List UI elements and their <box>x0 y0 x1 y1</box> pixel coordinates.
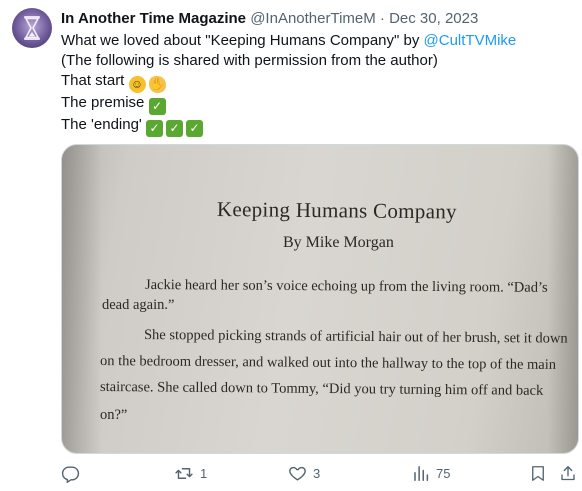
tweet-date[interactable]: Dec 30, 2023 <box>389 10 478 27</box>
bookmark-button[interactable] <box>529 462 547 484</box>
hourglass-logo-icon <box>24 16 40 40</box>
like-count: 3 <box>313 465 321 481</box>
bookmark-icon <box>532 465 544 481</box>
tweet-line-5: The 'ending' ✓ ✓ ✓ <box>61 115 571 137</box>
tweet-line-2: (The following is shared with permission… <box>61 52 438 69</box>
rolling-laughing-emoji-icon: ☺ <box>128 76 146 93</box>
check-mark-emoji-icon: ✓ <box>148 98 166 115</box>
separator: · <box>379 10 385 27</box>
like-button[interactable]: 3 <box>288 462 320 484</box>
views-count: 75 <box>436 465 451 481</box>
views-icon <box>414 465 429 481</box>
tweet-text-prefix: What we loved about "Keeping Humans Comp… <box>61 32 424 49</box>
tweet-header: In Another Time Magazine @InAnotherTimeM… <box>61 9 478 29</box>
handle[interactable]: @InAnotherTimeM <box>250 10 376 27</box>
check-mark-emoji-icon: ✓ <box>185 120 203 137</box>
book-title: Keeping Humans Company <box>216 197 458 224</box>
tweet-actions: 1 3 75 <box>0 456 582 491</box>
display-name[interactable]: In Another Time Magazine <box>61 10 246 27</box>
tweet-line-4: The premise ✓ <box>61 93 571 115</box>
views-button[interactable]: 75 <box>412 462 450 484</box>
clapping-hands-emoji-icon: ✋ <box>148 76 166 93</box>
tweet-text: What we loved about "Keeping Humans Comp… <box>61 31 571 137</box>
reply-icon <box>61 465 80 483</box>
book-paragraph-line: staircase. She called down to Tommy, “Di… <box>99 379 544 399</box>
heart-icon <box>289 466 306 481</box>
check-mark-emoji-icon: ✓ <box>145 120 163 137</box>
book-paragraph-line: Jackie heard her son’s voice echoing up … <box>144 277 548 296</box>
tweet-line-3-text: That start <box>61 72 125 89</box>
retweet-count: 1 <box>200 465 208 481</box>
photo-shadow-right <box>548 145 578 453</box>
check-mark-emoji-icon: ✓ <box>165 120 183 137</box>
mention-link[interactable]: @CultTVMike <box>424 32 517 49</box>
photo-shadow-left <box>62 145 102 453</box>
book-author: By Mike Morgan <box>283 234 394 251</box>
retweet-icon <box>175 467 193 479</box>
tweet-line-5-text: The 'ending' <box>61 116 142 133</box>
book-paragraph-line: dead again.” <box>102 297 175 313</box>
tweet-line-3: That start ☺ ✋ <box>61 71 571 93</box>
share-button[interactable] <box>559 462 577 484</box>
retweet-button[interactable]: 1 <box>174 462 207 484</box>
reply-button[interactable] <box>61 462 86 484</box>
tweet-line-4-text: The premise <box>61 94 145 111</box>
book-page-photo[interactable]: Keeping Humans Company By Mike Morgan Ja… <box>61 144 579 454</box>
share-icon <box>561 465 575 480</box>
avatar[interactable] <box>12 8 52 48</box>
tweet-line-1: What we loved about "Keeping Humans Comp… <box>61 31 571 51</box>
book-paragraph-line: on?” <box>100 407 128 423</box>
